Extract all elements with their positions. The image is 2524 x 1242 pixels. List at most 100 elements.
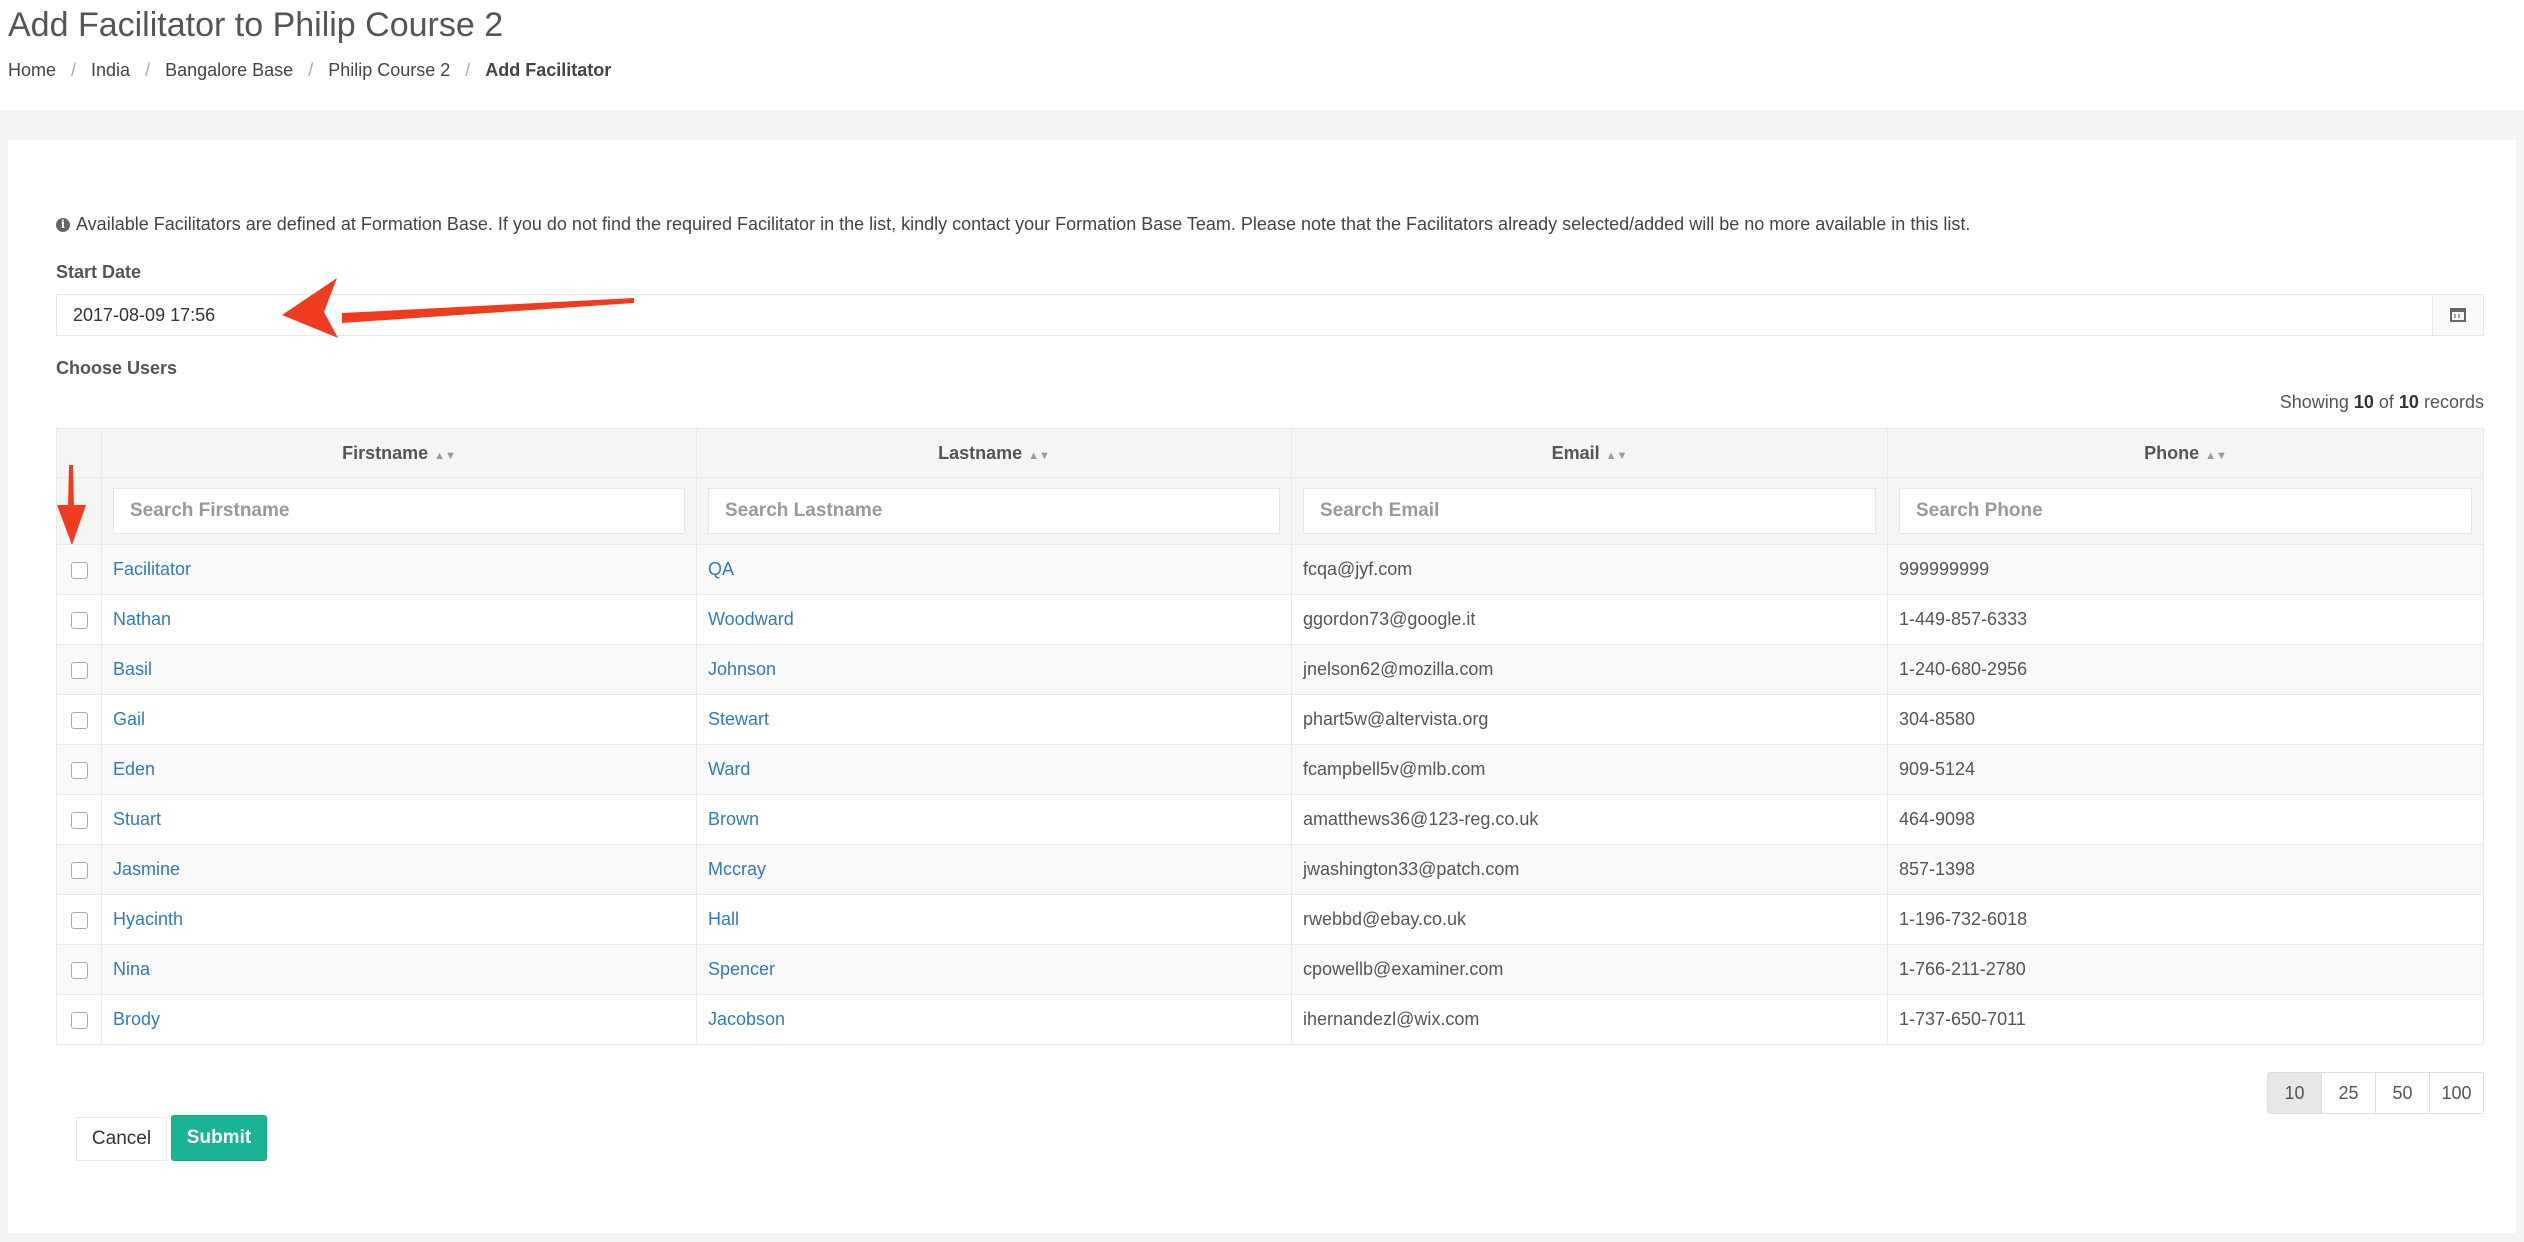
firstname-link[interactable]: Nathan (113, 609, 171, 629)
row-checkbox[interactable] (70, 661, 88, 679)
phone-cell: 1-766-211-2780 (1887, 944, 2484, 995)
lastname-link[interactable]: Jacobson (708, 1009, 785, 1029)
page-size-25[interactable]: 25 (2321, 1073, 2375, 1113)
column-label: Lastname (938, 442, 1023, 463)
column-header-firstname[interactable]: Firstname ▲▼ (101, 428, 697, 478)
firstname-link[interactable]: Gail (113, 709, 145, 729)
firstname-cell: Hyacinth (101, 894, 697, 945)
firstname-link[interactable]: Jasmine (113, 859, 180, 879)
firstname-cell: Nathan (101, 594, 697, 645)
page-size-10[interactable]: 10 (2268, 1073, 2321, 1113)
filter-cell-empty (56, 477, 102, 545)
firstname-cell: Eden (101, 744, 697, 795)
row-select-cell (56, 544, 102, 595)
search-firstname-input[interactable] (113, 488, 685, 534)
firstname-cell: Brody (101, 994, 697, 1045)
firstname-link[interactable]: Eden (113, 759, 155, 779)
firstname-link[interactable]: Stuart (113, 809, 161, 829)
cancel-button[interactable]: Cancel (76, 1117, 167, 1161)
lastname-cell: Jacobson (696, 994, 1292, 1045)
lastname-link[interactable]: Stewart (708, 709, 769, 729)
row-checkbox[interactable] (70, 711, 88, 729)
filter-cell (101, 477, 697, 545)
lastname-link[interactable]: Spencer (708, 959, 775, 979)
row-select-cell (56, 994, 102, 1045)
firstname-cell: Jasmine (101, 844, 697, 895)
row-checkbox[interactable] (70, 911, 88, 929)
row-select-cell (56, 594, 102, 645)
submit-button[interactable]: Submit (171, 1115, 267, 1161)
row-select-cell (56, 794, 102, 845)
breadcrumb-bangalore-base[interactable]: Bangalore Base (165, 60, 293, 81)
table-row: Hyacinth Hall rwebbd@ebay.co.uk 1-196-73… (56, 894, 2484, 945)
table-row: Nathan Woodward ggordon73@google.it 1-44… (56, 594, 2484, 645)
search-lastname-input[interactable] (708, 488, 1280, 534)
row-checkbox[interactable] (70, 761, 88, 779)
lastname-cell: Stewart (696, 694, 1292, 745)
row-checkbox[interactable] (70, 1011, 88, 1029)
column-label: Phone (2144, 442, 2200, 463)
lastname-cell: Mccray (696, 844, 1292, 895)
page-header: Add Facilitator to Philip Course 2 Home … (0, 0, 2524, 110)
records-total: 10 (2398, 392, 2419, 412)
records-count: Showing 10 of 10 records (2280, 392, 2484, 413)
table-row: Nina Spencer cpowellb@examiner.com 1-766… (56, 944, 2484, 995)
firstname-link[interactable]: Basil (113, 659, 152, 679)
table-row: Brody Jacobson ihernandezl@wix.com 1-737… (56, 994, 2484, 1045)
lastname-link[interactable]: Johnson (708, 659, 776, 679)
firstname-link[interactable]: Facilitator (113, 559, 191, 579)
firstname-cell: Gail (101, 694, 697, 745)
sort-icon: ▲▼ (1028, 449, 1050, 462)
table-row: Facilitator QA fcqa@jyf.com 999999999 (56, 544, 2484, 595)
start-date-value: 2017-08-09 17:56 (73, 304, 216, 325)
row-checkbox[interactable] (70, 611, 88, 629)
page-size-100[interactable]: 100 (2429, 1073, 2483, 1113)
breadcrumb-separator: / (308, 60, 314, 80)
row-checkbox[interactable] (70, 811, 88, 829)
column-header-email[interactable]: Email ▲▼ (1291, 428, 1888, 478)
lastname-cell: Johnson (696, 644, 1292, 695)
start-date-input[interactable]: 2017-08-09 17:56 (56, 294, 2484, 336)
column-label: Firstname (342, 442, 429, 463)
breadcrumb: Home / India / Bangalore Base / Philip C… (8, 60, 611, 81)
filter-cell (1887, 477, 2484, 545)
breadcrumb-home[interactable]: Home (8, 60, 56, 81)
breadcrumb-separator: / (71, 60, 77, 80)
filter-cell (1291, 477, 1888, 545)
breadcrumb-india[interactable]: India (91, 60, 130, 81)
row-select-cell (56, 694, 102, 745)
page-size-50[interactable]: 50 (2375, 1073, 2429, 1113)
search-phone-input[interactable] (1899, 488, 2472, 534)
firstname-link[interactable]: Hyacinth (113, 909, 183, 929)
column-header-phone[interactable]: Phone ▲▼ (1887, 428, 2484, 478)
lastname-link[interactable]: Brown (708, 809, 759, 829)
breadcrumb-separator: / (145, 60, 151, 80)
firstname-link[interactable]: Brody (113, 1009, 160, 1029)
phone-cell: 909-5124 (1887, 744, 2484, 795)
email-cell: rwebbd@ebay.co.uk (1291, 894, 1888, 945)
calendar-icon (2450, 308, 2466, 322)
calendar-button[interactable] (2432, 295, 2483, 335)
row-checkbox[interactable] (70, 961, 88, 979)
lastname-link[interactable]: Woodward (708, 609, 794, 629)
firstname-cell: Stuart (101, 794, 697, 845)
lastname-cell: Woodward (696, 594, 1292, 645)
row-checkbox[interactable] (70, 561, 88, 579)
lastname-link[interactable]: Hall (708, 909, 739, 929)
lastname-link[interactable]: Ward (708, 759, 750, 779)
phone-cell: 857-1398 (1887, 844, 2484, 895)
info-icon: i (56, 217, 70, 232)
lastname-cell: Hall (696, 894, 1292, 945)
lastname-link[interactable]: QA (708, 559, 734, 579)
firstname-link[interactable]: Nina (113, 959, 150, 979)
phone-cell: 1-196-732-6018 (1887, 894, 2484, 945)
breadcrumb-philip-course-2[interactable]: Philip Course 2 (328, 60, 450, 81)
row-checkbox[interactable] (70, 861, 88, 879)
breadcrumb-separator: / (465, 60, 471, 80)
choose-users-label: Choose Users (56, 358, 178, 378)
search-email-input[interactable] (1303, 488, 1876, 534)
lastname-link[interactable]: Mccray (708, 859, 766, 879)
email-cell: ihernandezl@wix.com (1291, 994, 1888, 1045)
column-header-lastname[interactable]: Lastname ▲▼ (696, 428, 1292, 478)
info-text: Available Facilitators are defined at Fo… (76, 214, 1971, 234)
